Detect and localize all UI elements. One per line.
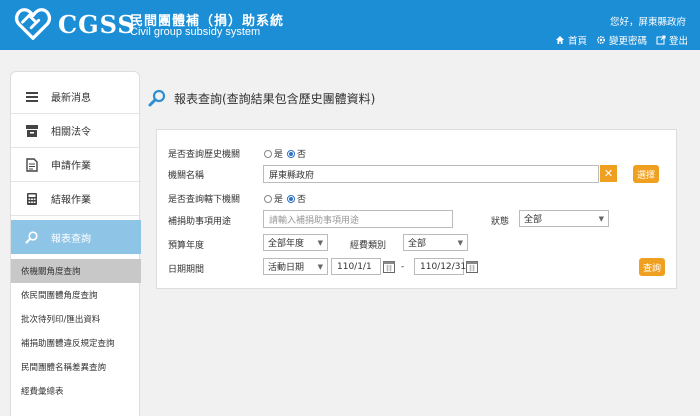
- sidebar-item-application[interactable]: 申請作業: [11, 148, 141, 182]
- search-icon: [148, 89, 166, 107]
- expense-category-value: 全部: [408, 239, 427, 249]
- radio-circle: [287, 149, 295, 158]
- gear-icon: [596, 35, 605, 45]
- radio-label: 是: [274, 195, 284, 205]
- subitem-violation-query[interactable]: 補捐助團體違反規定查詢: [11, 331, 141, 355]
- purpose-label: 補捐助事項用途: [168, 217, 232, 227]
- date-type-value: 活動日期: [268, 263, 305, 273]
- sidebar-item-label: 結報作業: [51, 195, 91, 206]
- status-label: 狀態: [491, 217, 510, 227]
- user-greeting: 您好，屏東縣政府: [609, 17, 686, 28]
- subitem-by-civil-group[interactable]: 依民間團體角度查詢: [11, 283, 141, 307]
- radio-label: 否: [297, 150, 307, 160]
- home-link[interactable]: 首頁: [555, 33, 587, 47]
- budget-year-select[interactable]: 全部年度 ▼: [263, 234, 328, 251]
- expense-category-label: 經費類別: [350, 241, 387, 251]
- sidebar-item-regulations[interactable]: 相關法令: [11, 114, 141, 148]
- home-link-label: 首頁: [567, 36, 587, 47]
- search-icon: [25, 230, 39, 244]
- change-password-link[interactable]: 變更密碼: [596, 33, 647, 47]
- sidebar-item-label: 報表查詢: [51, 233, 91, 245]
- budget-year-value: 全部年度: [268, 239, 305, 249]
- agency-name-label: 機關名稱: [168, 171, 205, 181]
- purpose-input[interactable]: 請輸入補捐助事項用途: [263, 210, 453, 228]
- change-password-label: 變更密碼: [608, 36, 647, 47]
- list-icon: [25, 90, 39, 104]
- system-subtitle: Civil group subsidy system: [130, 26, 261, 38]
- sidebar: 最新消息 相關法令 申請作業 結報作業 報表查詢 依機關角度查詢 依民間團體角度…: [10, 71, 141, 416]
- date-type-select[interactable]: 活動日期 ▼: [263, 258, 328, 275]
- chevron-down-icon: ▼: [457, 238, 463, 247]
- date-separator: -: [401, 262, 405, 272]
- expense-category-select[interactable]: 全部 ▼: [403, 234, 468, 251]
- sidebar-item-settlement[interactable]: 結報作業: [11, 182, 141, 216]
- logo-text: CGSS: [58, 10, 136, 39]
- select-agency-button[interactable]: 選擇: [633, 165, 659, 183]
- heart-hands-logo-icon: [15, 8, 51, 40]
- sidebar-item-news[interactable]: 最新消息: [11, 80, 141, 114]
- sidebar-item-report-query[interactable]: 報表查詢: [11, 220, 141, 254]
- query-button[interactable]: 查詢: [639, 258, 665, 276]
- top-links: 首頁 變更密碼 登出: [555, 33, 688, 47]
- radio-label: 是: [274, 150, 284, 160]
- subordinate-yes-radio[interactable]: 是: [264, 192, 283, 205]
- page-title-text: 報表查詢(查詢結果包含歷史團體資料): [174, 91, 376, 106]
- app-header: CGSS 民間團體補（捐）助系統 Civil group subsidy sys…: [0, 0, 700, 50]
- document-icon: [25, 157, 39, 172]
- status-select[interactable]: 全部 ▼: [519, 210, 609, 227]
- subitem-batch-print-export[interactable]: 批次待列印/匯出資料: [11, 307, 141, 331]
- logout-link[interactable]: 登出: [656, 33, 688, 47]
- calendar-icon[interactable]: [383, 260, 395, 273]
- calendar-icon[interactable]: [466, 260, 478, 273]
- chevron-down-icon: ▼: [317, 262, 323, 271]
- subitem-expense-summary[interactable]: 經費彙總表: [11, 379, 141, 403]
- logout-label: 登出: [668, 36, 688, 47]
- date-from-input[interactable]: 110/1/1: [331, 258, 381, 275]
- budget-year-label: 預算年度: [168, 241, 205, 251]
- close-icon: ✕: [603, 167, 614, 180]
- history-yes-radio[interactable]: 是: [264, 147, 283, 160]
- date-range-label: 日期期間: [168, 265, 205, 275]
- agency-name-input[interactable]: 屏東縣政府: [263, 165, 599, 183]
- page-title: 報表查詢(查詢結果包含歷史團體資料): [148, 89, 375, 107]
- sidebar-item-label: 最新消息: [51, 93, 91, 104]
- chevron-down-icon: ▼: [317, 238, 323, 247]
- sidebar-item-label: 相關法令: [51, 127, 91, 138]
- radio-circle: [287, 194, 295, 203]
- chevron-down-icon: ▼: [598, 214, 604, 223]
- subordinate-agency-label: 是否查詢轄下機關: [168, 195, 241, 205]
- clear-agency-button[interactable]: ✕: [600, 165, 617, 182]
- history-agency-label: 是否查詢歷史機關: [168, 150, 241, 160]
- radio-label: 否: [297, 195, 307, 205]
- subitem-name-difference[interactable]: 民間團體名稱差異查詢: [11, 355, 141, 379]
- calculator-icon: [25, 192, 39, 206]
- history-no-radio[interactable]: 否: [287, 147, 306, 160]
- archive-icon: [25, 124, 39, 138]
- date-to-input[interactable]: 110/12/31: [414, 258, 466, 275]
- radio-circle: [264, 149, 272, 158]
- home-icon: [555, 36, 564, 44]
- subordinate-no-radio[interactable]: 否: [287, 192, 306, 205]
- query-form-panel: 是否查詢歷史機關 是 否 機關名稱 屏東縣政府 ✕ 選擇 是否查詢轄下機關 是 …: [156, 129, 677, 289]
- status-select-value: 全部: [524, 215, 543, 225]
- external-link-icon: [656, 35, 666, 45]
- sidebar-item-label: 申請作業: [51, 161, 91, 172]
- subitem-by-agency[interactable]: 依機關角度查詢: [11, 259, 141, 283]
- radio-circle: [264, 194, 272, 203]
